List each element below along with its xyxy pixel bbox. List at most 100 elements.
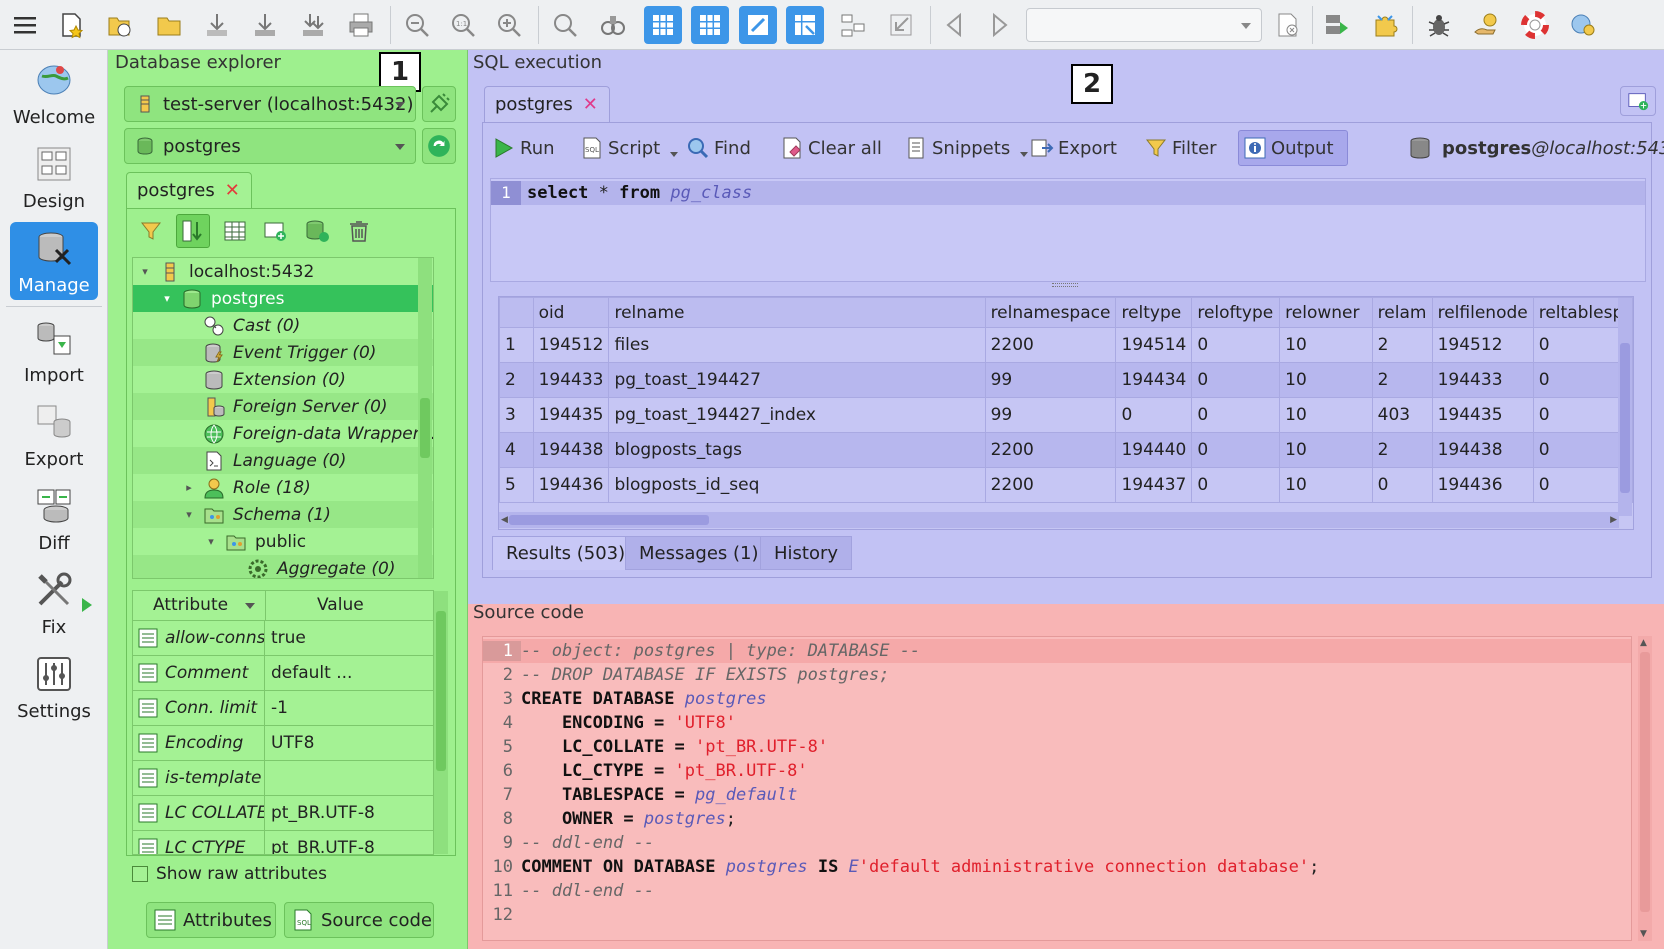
table-row[interactable]: 2 194433 pg_toast_194427 99 194434 0 10 2 194433… bbox=[499, 362, 1633, 398]
save-all-icon[interactable] bbox=[294, 6, 332, 44]
column-header[interactable]: relnamespace bbox=[984, 297, 1117, 328]
support-lifebuoy-icon[interactable] bbox=[1516, 6, 1554, 44]
table-cell[interactable]: blogposts_tags bbox=[608, 432, 986, 468]
column-header[interactable]: relfilenode bbox=[1431, 297, 1534, 328]
table-cell[interactable]: 194436 bbox=[1431, 467, 1534, 503]
table-cell[interactable]: 2200 bbox=[984, 327, 1117, 363]
show-raw-checkbox[interactable] bbox=[132, 866, 148, 882]
column-header-attribute[interactable]: Attribute bbox=[153, 595, 228, 615]
hamburger-menu-icon[interactable] bbox=[6, 6, 44, 44]
server-selector[interactable]: test-server (localhost:5432) bbox=[124, 86, 416, 122]
tree-item-cast[interactable]: Cast (0) bbox=[133, 312, 433, 339]
table-cell[interactable]: 2 bbox=[1371, 362, 1433, 398]
table-cell[interactable]: 194512 bbox=[532, 327, 610, 363]
tree-item-foreign-server[interactable]: Foreign Server (0) bbox=[133, 393, 433, 420]
table-cell[interactable]: 10 bbox=[1279, 327, 1373, 363]
sql-editor[interactable]: 1 select * from pg_class bbox=[490, 178, 1646, 282]
scroll-left-icon[interactable]: ◀ bbox=[501, 515, 508, 525]
sort-objects-button[interactable] bbox=[176, 214, 210, 248]
table-cell[interactable]: 0 bbox=[1191, 432, 1281, 468]
print-icon[interactable] bbox=[342, 6, 380, 44]
column-header[interactable]: relname bbox=[608, 297, 986, 328]
tab-messages[interactable]: Messages (1) bbox=[625, 536, 773, 570]
table-row[interactable]: 5 194436 blogposts_id_seq 2200 194437 0 10 0 194… bbox=[499, 467, 1633, 503]
table-cell[interactable]: pg_toast_194427_index bbox=[608, 397, 986, 433]
tab-history[interactable]: History bbox=[760, 536, 853, 570]
filter-tree-button[interactable] bbox=[134, 214, 168, 248]
plugins-icon[interactable] bbox=[1318, 6, 1356, 44]
column-header[interactable]: relowner bbox=[1279, 297, 1373, 328]
clear-all-button[interactable]: Clear all bbox=[780, 130, 882, 166]
chevron-down-icon[interactable] bbox=[1020, 152, 1029, 157]
nav-welcome[interactable]: Welcome bbox=[10, 54, 98, 132]
find-object-icon[interactable] bbox=[594, 6, 632, 44]
table-row[interactable]: 1 194512 files 2200 194514 0 10 2 194512 0 bbox=[499, 327, 1633, 363]
tree-item-schema[interactable]: ▾ Schema (1) bbox=[133, 501, 433, 528]
zoom-fit-icon[interactable] bbox=[546, 6, 584, 44]
expanded-caret-icon[interactable]: ▾ bbox=[205, 535, 217, 548]
expanded-caret-icon[interactable]: ▾ bbox=[183, 508, 195, 521]
new-connection-button[interactable] bbox=[258, 214, 292, 248]
expanded-caret-icon[interactable]: ▾ bbox=[139, 265, 151, 278]
scroll-down-icon[interactable]: ▼ bbox=[1640, 929, 1647, 939]
table-cell[interactable]: 194437 bbox=[1115, 467, 1193, 503]
open-recent-icon[interactable] bbox=[100, 6, 138, 44]
data-grid-button[interactable] bbox=[218, 214, 252, 248]
nav-export[interactable]: Export bbox=[10, 396, 98, 474]
close-model-icon[interactable] bbox=[1268, 6, 1306, 44]
export-button[interactable]: Export bbox=[1030, 130, 1117, 166]
donate-icon[interactable] bbox=[1468, 6, 1506, 44]
collapsed-caret-icon[interactable]: ▸ bbox=[183, 481, 195, 494]
attribute-row[interactable]: LC CTYPE pt_BR.UTF-8 bbox=[133, 831, 433, 854]
tree-item-language[interactable]: Language (0) bbox=[133, 447, 433, 474]
table-cell[interactable]: 2200 bbox=[984, 467, 1117, 503]
scrollbar-thumb[interactable] bbox=[1640, 652, 1650, 912]
script-button[interactable]: SQL Script bbox=[580, 130, 679, 166]
puzzle-plugin-icon[interactable] bbox=[1366, 6, 1404, 44]
table-cell[interactable]: 194435 bbox=[532, 397, 610, 433]
table-cell[interactable]: 194433 bbox=[532, 362, 610, 398]
overview-icon[interactable] bbox=[786, 6, 824, 44]
scrollbar-thumb[interactable] bbox=[420, 398, 430, 458]
chevron-down-icon[interactable] bbox=[670, 152, 679, 157]
previous-arrow-icon[interactable] bbox=[936, 6, 974, 44]
tab-postgres-sql[interactable]: postgres ✕ bbox=[484, 86, 610, 122]
arrange-objects-icon[interactable] bbox=[834, 6, 872, 44]
results-vertical-scrollbar[interactable] bbox=[1618, 298, 1632, 516]
table-cell[interactable]: 0 bbox=[1191, 327, 1281, 363]
save-as-icon[interactable] bbox=[246, 6, 284, 44]
source-code-button[interactable]: SQL Source code bbox=[284, 902, 434, 938]
tree-item-server[interactable]: ▾ localhost:5432 bbox=[133, 258, 433, 285]
filter-button[interactable]: Filter bbox=[1144, 130, 1217, 166]
attribute-row[interactable]: Comment default ... bbox=[133, 656, 433, 691]
column-header[interactable]: relam bbox=[1371, 297, 1433, 328]
table-cell[interactable]: 99 bbox=[984, 397, 1117, 433]
row-number[interactable]: 5 bbox=[499, 467, 534, 503]
table-cell[interactable]: 403 bbox=[1371, 397, 1433, 433]
next-arrow-icon[interactable] bbox=[980, 6, 1018, 44]
bug-report-icon[interactable] bbox=[1420, 6, 1458, 44]
delete-button[interactable] bbox=[342, 214, 376, 248]
nav-design[interactable]: Design bbox=[10, 138, 98, 216]
table-cell[interactable]: 10 bbox=[1279, 397, 1373, 433]
table-cell[interactable]: 194435 bbox=[1431, 397, 1534, 433]
play-arrow-icon[interactable] bbox=[82, 598, 92, 612]
table-cell[interactable]: 194514 bbox=[1115, 327, 1193, 363]
table-cell[interactable]: 0 bbox=[1191, 397, 1281, 433]
nav-manage[interactable]: Manage bbox=[10, 222, 98, 300]
column-header[interactable]: reloftype bbox=[1191, 297, 1281, 328]
save-icon[interactable] bbox=[198, 6, 236, 44]
row-number-header[interactable] bbox=[499, 297, 534, 328]
table-cell[interactable]: 194440 bbox=[1115, 432, 1193, 468]
new-sql-tab-button[interactable] bbox=[1620, 86, 1656, 116]
table-row[interactable]: 4 194438 blogposts_tags 2200 194440 0 10 2 19443… bbox=[499, 432, 1633, 468]
open-folder-icon[interactable] bbox=[150, 6, 188, 44]
about-icon[interactable] bbox=[1564, 6, 1602, 44]
table-cell[interactable]: 10 bbox=[1279, 467, 1373, 503]
table-cell[interactable]: 99 bbox=[984, 362, 1117, 398]
scrollbar-thumb[interactable] bbox=[436, 611, 446, 771]
tree-item-event-trigger[interactable]: Event Trigger (0) bbox=[133, 339, 433, 366]
add-database-button[interactable] bbox=[300, 214, 334, 248]
table-cell[interactable]: 194512 bbox=[1431, 327, 1534, 363]
table-cell[interactable]: 194438 bbox=[1431, 432, 1534, 468]
